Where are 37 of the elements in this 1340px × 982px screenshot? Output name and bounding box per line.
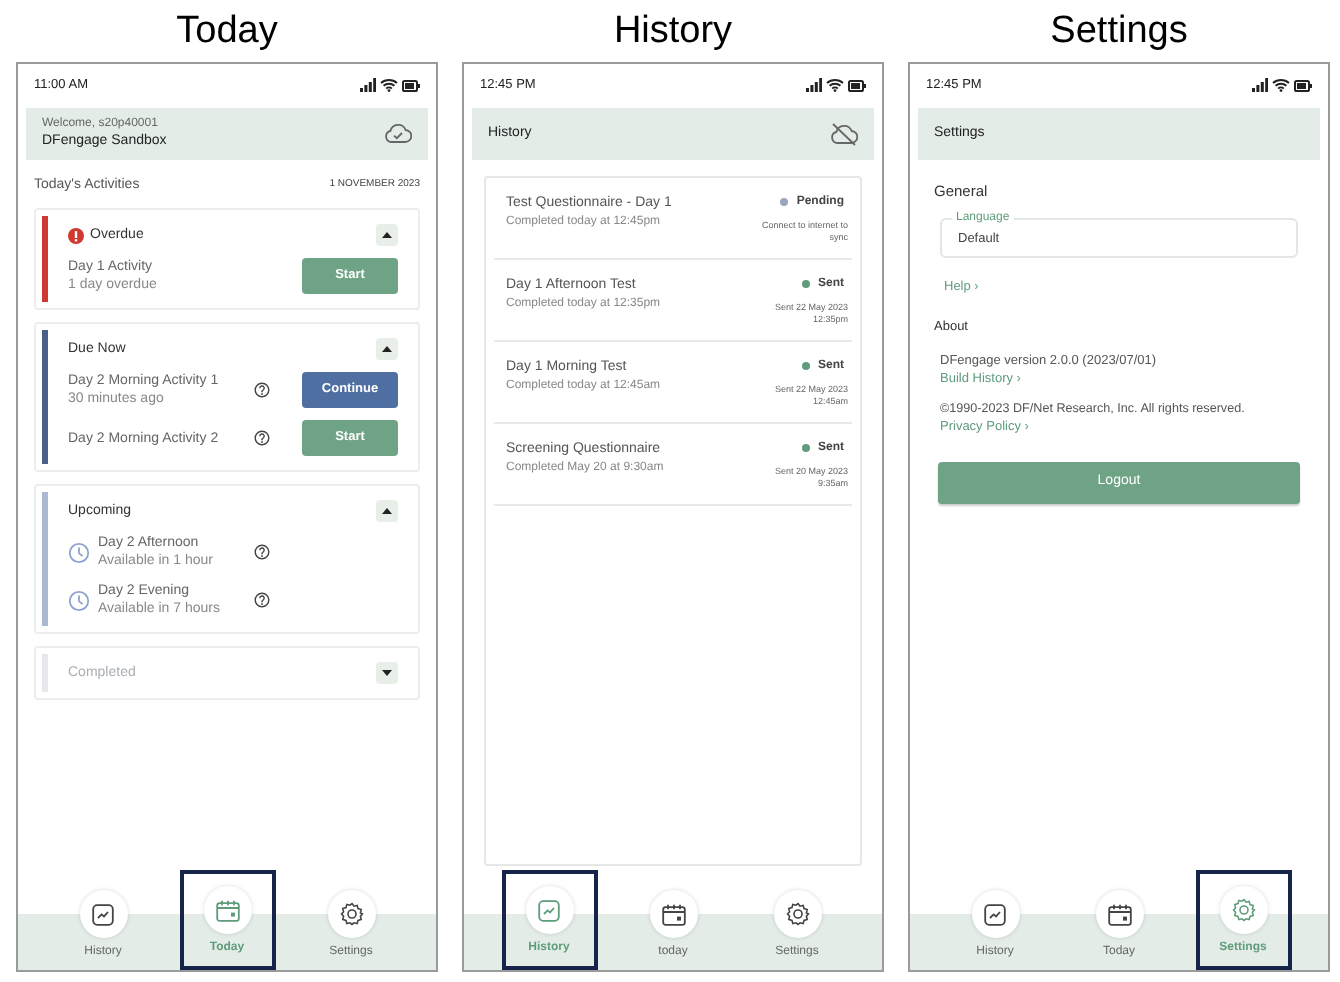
screen-heading: History (613, 8, 733, 56)
cloud-check-icon (384, 122, 412, 145)
signal-icon (1252, 78, 1268, 93)
battery-icon (402, 79, 420, 92)
calendar-icon (215, 899, 239, 921)
wifi-icon (380, 78, 398, 93)
caret-up-icon (382, 232, 392, 239)
caret-up-icon (382, 508, 392, 515)
toggle-button[interactable] (376, 224, 398, 247)
help-icon (254, 430, 270, 447)
caret-up-icon (382, 346, 392, 353)
calendar-icon (1107, 903, 1131, 925)
clock-icon (68, 589, 90, 612)
chart-icon (984, 903, 1006, 925)
settings-icon (1231, 898, 1255, 922)
chart-icon (92, 903, 114, 925)
battery-icon (848, 79, 866, 92)
cloud-off-icon (830, 121, 858, 146)
help-icon (254, 592, 270, 609)
signal-icon (360, 78, 376, 93)
settings-icon (785, 902, 809, 926)
battery-icon (1294, 79, 1312, 92)
chart-icon (538, 899, 560, 921)
wifi-icon (1272, 78, 1290, 93)
screen-heading: Settings (1050, 8, 1188, 56)
wifi-icon (826, 78, 844, 93)
toggle-button[interactable] (376, 500, 398, 523)
help-icon (254, 382, 270, 399)
help-icon (254, 544, 270, 561)
clock-icon (68, 541, 90, 564)
screen-heading: Today (176, 8, 278, 56)
calendar-icon (661, 903, 685, 925)
settings-icon (339, 902, 363, 926)
signal-icon (806, 78, 822, 93)
alert-icon (68, 227, 84, 244)
caret-down-icon (382, 670, 392, 677)
toggle-button[interactable] (376, 338, 398, 361)
